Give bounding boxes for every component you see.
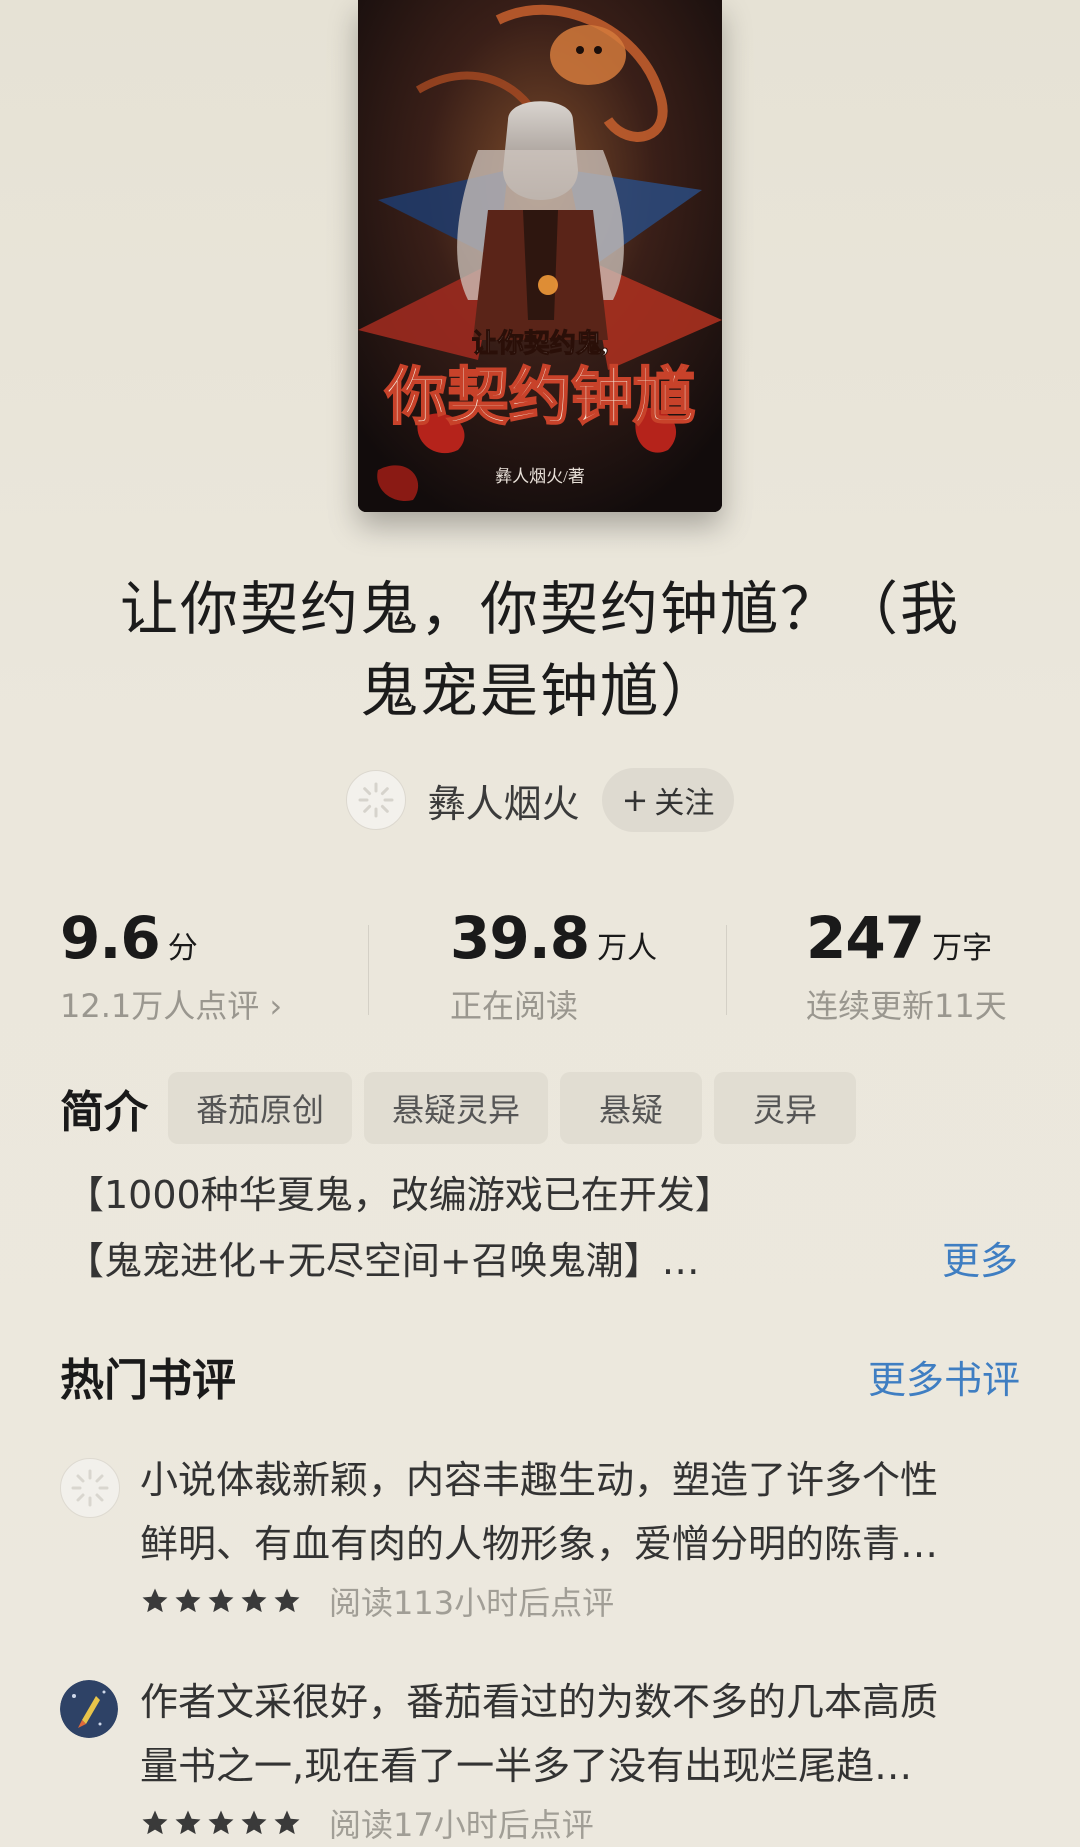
reviewer-avatar[interactable] xyxy=(60,1680,118,1738)
cover-small-title: 让你契约鬼, xyxy=(472,328,609,358)
update-streak: 连续更新11天 xyxy=(806,987,1007,1025)
review-read-time: 阅读17小时后点评 xyxy=(329,1806,594,1844)
book-stats: 9.6 分 12.1万人点评 › 39.8 万人 正在阅读 247 万字 连续更新11… xyxy=(60,905,1020,1025)
follow-button[interactable]: + 关注 xyxy=(601,768,735,832)
rating-unit: 分 xyxy=(167,931,198,966)
synopsis-line: 【鬼宠进化+无尽空间+召唤鬼潮】… xyxy=(66,1239,700,1283)
star-icon xyxy=(142,1588,168,1613)
readers-label: 正在阅读 xyxy=(450,987,579,1025)
review-meta: 阅读113小时后点评 xyxy=(140,1578,1020,1624)
tag-chip[interactable]: 悬疑灵异 xyxy=(364,1072,549,1144)
star-icon xyxy=(241,1810,267,1835)
book-cover-art: 让你契约鬼, 你契约钟馗 彝人烟火/著 xyxy=(358,0,722,512)
review-line: 量书之一,现在看了一半多了没有出现烂尾趋… xyxy=(140,1744,913,1788)
star-icon xyxy=(142,1810,168,1835)
star-icon xyxy=(175,1810,201,1835)
review-meta: 阅读17小时后点评 xyxy=(140,1800,1020,1846)
plus-icon: + xyxy=(621,781,649,819)
star-icon xyxy=(208,1810,234,1835)
review-body: 小说体裁新颖，内容丰趣生动，塑造了许多个性 鲜明、有血有肉的人物形象，爱憎分明的… xyxy=(140,1448,1020,1624)
book-title: 让你契约鬼，你契约钟馗？（我 鬼宠是钟馗） xyxy=(80,568,1000,732)
words-unit: 万字 xyxy=(932,931,993,966)
follow-label: 关注 xyxy=(654,786,715,821)
author-name[interactable]: 彝人烟火 xyxy=(428,773,580,828)
rocket-avatar-icon xyxy=(60,1680,118,1738)
tag-chip[interactable]: 灵异 xyxy=(714,1072,857,1144)
readers-stat: 39.8 万人 正在阅读 xyxy=(450,905,657,1027)
book-detail-page: 让你契约鬼, 你契约钟馗 彝人烟火/著 让你契约鬼，你契约钟馗？（我 鬼宠是钟馗… xyxy=(0,0,1080,1847)
star-rating xyxy=(140,1808,305,1838)
intro-label: 简介 xyxy=(60,1087,148,1138)
more-reviews-link[interactable]: 更多书评 xyxy=(868,1349,1020,1404)
review-read-time: 阅读113小时后点评 xyxy=(329,1584,615,1622)
readers-unit: 万人 xyxy=(597,931,658,966)
synopsis[interactable]: 【1000种华夏鬼，改编游戏已在开发】 【鬼宠进化+无尽空间+召唤鬼潮】… xyxy=(66,1162,1016,1294)
star-rating xyxy=(140,1586,305,1616)
intro-row: 简介 番茄原创 悬疑灵异 悬疑 灵异 xyxy=(60,1072,868,1144)
tag-chip[interactable]: 番茄原创 xyxy=(168,1072,353,1144)
reviewer-avatar[interactable] xyxy=(60,1458,120,1518)
star-icon xyxy=(274,1810,300,1835)
rating-value: 9.6 xyxy=(60,904,161,972)
review-text: 小说体裁新颖，内容丰趣生动，塑造了许多个性 鲜明、有血有肉的人物形象，爱憎分明的… xyxy=(140,1448,1020,1576)
hot-reviews-header: 热门书评 更多书评 xyxy=(60,1344,1020,1408)
tag-chip[interactable]: 悬疑 xyxy=(560,1072,703,1144)
star-icon xyxy=(274,1588,300,1613)
words-stat: 247 万字 连续更新11天 xyxy=(806,905,1007,1027)
words-value: 247 xyxy=(806,904,925,972)
review-body: 作者文采很好，番茄看过的为数不多的几本高质 量书之一,现在看了一半多了没有出现烂… xyxy=(140,1670,1020,1846)
review-line: 鲜明、有血有肉的人物形象，爱憎分明的陈青… xyxy=(140,1522,939,1566)
author-row: 彝人烟火 + 关注 xyxy=(0,768,1080,832)
review-text: 作者文采很好，番茄看过的为数不多的几本高质 量书之一,现在看了一半多了没有出现烂… xyxy=(140,1670,1020,1798)
author-avatar[interactable] xyxy=(345,770,406,830)
star-icon xyxy=(208,1588,234,1613)
rating-stat[interactable]: 9.6 分 12.1万人点评 › xyxy=(60,905,282,1027)
book-title-line-2: 鬼宠是钟馗） xyxy=(359,657,720,725)
synopsis-more-link[interactable]: 更多 xyxy=(942,1228,1018,1294)
stat-divider xyxy=(368,925,369,1015)
loading-spinner-icon xyxy=(71,1469,109,1507)
star-icon xyxy=(175,1588,201,1613)
hot-reviews-title: 热门书评 xyxy=(60,1355,236,1406)
book-cover[interactable]: 让你契约鬼, 你契约钟馗 彝人烟火/著 xyxy=(358,0,722,512)
stat-divider xyxy=(726,925,727,1015)
cover-author-credit: 彝人烟火/著 xyxy=(495,467,585,486)
synopsis-line: 【1000种华夏鬼，改编游戏已在开发】 xyxy=(66,1173,733,1217)
book-title-line-1: 让你契约鬼，你契约钟馗？（我 xyxy=(119,575,960,643)
cover-big-title: 你契约钟馗 xyxy=(384,363,695,432)
readers-value: 39.8 xyxy=(450,904,590,972)
review-line: 小说体裁新颖，内容丰趣生动，塑造了许多个性 xyxy=(140,1458,939,1502)
rating-count: 12.1万人点评 › xyxy=(60,987,283,1025)
loading-spinner-icon xyxy=(358,782,394,818)
star-icon xyxy=(241,1588,267,1613)
review-line: 作者文采很好，番茄看过的为数不多的几本高质 xyxy=(140,1680,939,1724)
